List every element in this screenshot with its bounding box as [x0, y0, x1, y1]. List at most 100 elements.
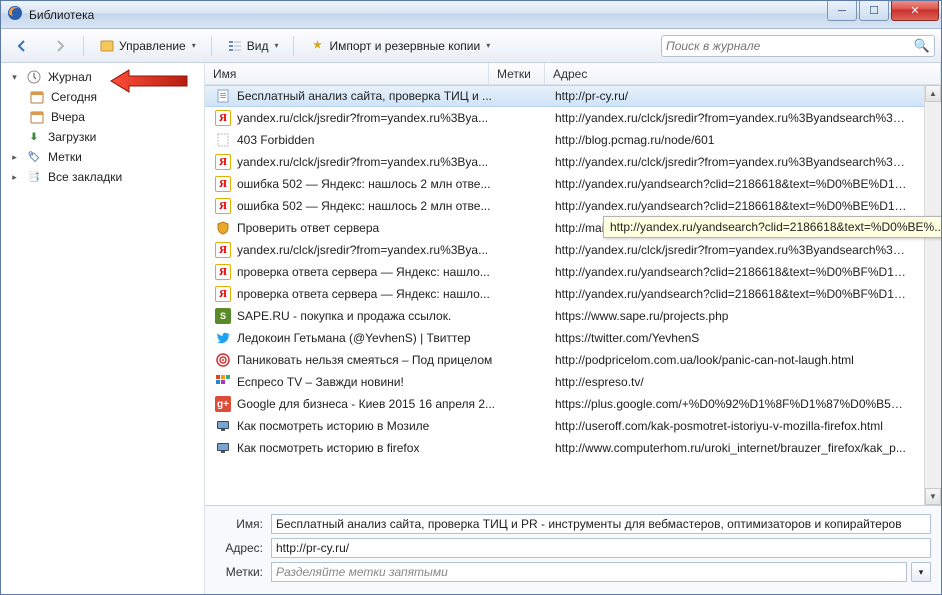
row-name: проверка ответа сервера — Яндекс: нашло.… — [237, 265, 499, 279]
details-addr-label: Адрес: — [215, 541, 263, 555]
row-address: http://blog.pcmag.ru/node/601 — [555, 133, 941, 147]
sidebar-history-label: Журнал — [48, 70, 92, 84]
search-box[interactable]: 🔍 — [661, 35, 935, 57]
search-input[interactable] — [666, 39, 914, 53]
expander-closed-icon[interactable]: ▸ — [9, 152, 20, 163]
expander-open-icon[interactable]: ▾ — [9, 72, 20, 83]
history-row[interactable]: Япроверка ответа сервера — Яндекс: нашло… — [205, 283, 941, 305]
history-row[interactable]: Бесплатный анализ сайта, проверка ТИЦ и … — [205, 85, 941, 107]
sidebar-today-label: Сегодня — [51, 90, 97, 104]
scrollbar[interactable]: ▲ ▼ — [924, 85, 941, 505]
gplus-icon: g+ — [215, 396, 231, 412]
import-label: Импорт и резервные копии — [329, 39, 480, 53]
close-button[interactable]: ✕ — [891, 1, 939, 21]
column-address[interactable]: Адрес — [545, 63, 941, 84]
history-row[interactable]: 403 Forbiddenhttp://blog.pcmag.ru/node/6… — [205, 129, 941, 151]
yandex-icon: Я — [215, 264, 231, 280]
manage-icon — [99, 38, 115, 54]
row-address: http://podpricelom.com.ua/look/panic-can… — [555, 353, 941, 367]
row-name: Проверить ответ сервера — [237, 221, 499, 235]
forward-button[interactable] — [45, 34, 75, 58]
row-address: http://yandex.ru/clck/jsredir?from=yande… — [555, 243, 941, 257]
history-row[interactable]: Яyandex.ru/clck/jsredir?from=yandex.ru%3… — [205, 239, 941, 261]
history-row[interactable]: Паниковать нельзя смеяться – Под прицело… — [205, 349, 941, 371]
history-row[interactable]: Япроверка ответа сервера — Яндекс: нашло… — [205, 261, 941, 283]
row-address: http://yandex.ru/clck/jsredir?from=yande… — [555, 111, 941, 125]
history-row[interactable]: Еспресо TV – Завжди новини!http://espres… — [205, 371, 941, 393]
history-row[interactable]: Яyandex.ru/clck/jsredir?from=yandex.ru%3… — [205, 107, 941, 129]
column-tags[interactable]: Метки — [489, 63, 545, 84]
column-headers: Имя Метки Адрес — [205, 63, 941, 85]
clock-icon — [26, 69, 42, 85]
sidebar-yesterday[interactable]: Вчера — [1, 107, 204, 127]
scroll-down-icon[interactable]: ▼ — [925, 488, 941, 505]
row-address: https://twitter.com/YevhenS — [555, 331, 941, 345]
calendar-icon — [29, 89, 45, 105]
view-icon — [227, 38, 243, 54]
minimize-button[interactable]: ─ — [827, 1, 857, 21]
separator — [293, 36, 294, 56]
sidebar: ▾ Журнал Сегодня Вчера ⬇ Загрузки ▸ 🏷 Ме… — [1, 63, 205, 594]
row-name: Паниковать нельзя смеяться – Под прицело… — [237, 353, 499, 367]
sape-icon: S — [215, 308, 231, 324]
back-button[interactable] — [7, 34, 37, 58]
bookmarks-icon: 📑 — [26, 169, 42, 185]
row-name: Как посмотреть историю в Мозиле — [237, 419, 499, 433]
firefox-icon — [7, 5, 23, 24]
scroll-up-icon[interactable]: ▲ — [925, 85, 941, 102]
row-address: http://www.computerhom.ru/uroki_internet… — [555, 441, 941, 455]
history-row[interactable]: Как посмотреть историю в firefoxhttp://w… — [205, 437, 941, 459]
url-tooltip: http://yandex.ru/yandsearch?clid=2186618… — [603, 216, 941, 238]
row-name: yandex.ru/clck/jsredir?from=yandex.ru%3B… — [237, 111, 499, 125]
maximize-button[interactable]: ☐ — [859, 1, 889, 21]
manage-menu[interactable]: Управление — [92, 34, 203, 58]
separator — [211, 36, 212, 56]
view-menu[interactable]: Вид — [220, 34, 286, 58]
expander-closed-icon[interactable]: ▸ — [9, 172, 20, 183]
row-name: Ледокоин Гетьмана (@YevhenS) | Твиттер — [237, 331, 499, 345]
search-icon[interactable]: 🔍 — [914, 38, 930, 54]
main-panel: Имя Метки Адрес Бесплатный анализ сайта,… — [205, 63, 941, 594]
column-name[interactable]: Имя — [205, 63, 489, 84]
sidebar-today[interactable]: Сегодня — [1, 87, 204, 107]
history-row[interactable]: Ледокоин Гетьмана (@YevhenS) | Твиттер ht… — [205, 327, 941, 349]
history-list[interactable]: Бесплатный анализ сайта, проверка ТИЦ и … — [205, 85, 941, 505]
blank-icon — [215, 132, 231, 148]
mon-icon — [215, 418, 231, 434]
mon-icon — [215, 440, 231, 456]
details-name-field[interactable]: Бесплатный анализ сайта, проверка ТИЦ и … — [271, 514, 931, 534]
history-row[interactable]: SSAPE.RU - покупка и продажа ссылок.http… — [205, 305, 941, 327]
history-row[interactable]: Как посмотреть историю в Мозилеhttp://us… — [205, 415, 941, 437]
history-row[interactable]: g+ Google для бизнеса - Киев 2015 16 апре… — [205, 393, 941, 415]
row-name: Google для бизнеса - Киев 2015 16 апреля… — [237, 397, 499, 411]
sidebar-downloads[interactable]: ⬇ Загрузки — [1, 127, 204, 147]
library-window: Библиотека ─ ☐ ✕ Управление Вид ★ Импорт… — [0, 0, 942, 595]
row-name: SAPE.RU - покупка и продажа ссылок. — [237, 309, 499, 323]
row-name: ошибка 502 — Яндекс: нашлось 2 млн отве.… — [237, 199, 499, 213]
sidebar-history[interactable]: ▾ Журнал — [1, 67, 204, 87]
sidebar-yesterday-label: Вчера — [51, 110, 85, 124]
row-address: http://yandex.ru/yandsearch?clid=2186618… — [555, 287, 941, 301]
calendar-icon — [29, 109, 45, 125]
page-icon — [215, 88, 231, 104]
history-row[interactable]: Яошибка 502 — Яндекс: нашлось 2 млн отве… — [205, 195, 941, 217]
yandex-icon: Я — [215, 198, 231, 214]
row-address: http://yandex.ru/clck/jsredir?from=yande… — [555, 155, 941, 169]
sidebar-bookmarks-label: Все закладки — [48, 170, 122, 184]
import-menu[interactable]: ★ Импорт и резервные копии — [302, 34, 497, 58]
sidebar-tags[interactable]: ▸ 🏷 Метки — [1, 147, 204, 167]
history-row[interactable]: Яyandex.ru/clck/jsredir?from=yandex.ru%3… — [205, 151, 941, 173]
details-name-label: Имя: — [215, 517, 263, 531]
row-address: http://yandex.ru/yandsearch?clid=2186618… — [555, 199, 941, 213]
view-label: Вид — [247, 39, 269, 53]
tags-dropdown-button[interactable]: ▾ — [911, 562, 931, 582]
row-address: http://yandex.ru/yandsearch?clid=2186618… — [555, 265, 941, 279]
content-area: ▾ Журнал Сегодня Вчера ⬇ Загрузки ▸ 🏷 Ме… — [1, 63, 941, 594]
sidebar-bookmarks[interactable]: ▸ 📑 Все закладки — [1, 167, 204, 187]
history-row[interactable]: Яошибка 502 — Яндекс: нашлось 2 млн отве… — [205, 173, 941, 195]
details-addr-field[interactable]: http://pr-cy.ru/ — [271, 538, 931, 558]
window-controls: ─ ☐ ✕ — [825, 1, 939, 21]
row-name: Еспресо TV – Завжди новини! — [237, 375, 499, 389]
shield-icon — [215, 220, 231, 236]
details-tags-field[interactable]: Разделяйте метки запятыми — [271, 562, 907, 582]
